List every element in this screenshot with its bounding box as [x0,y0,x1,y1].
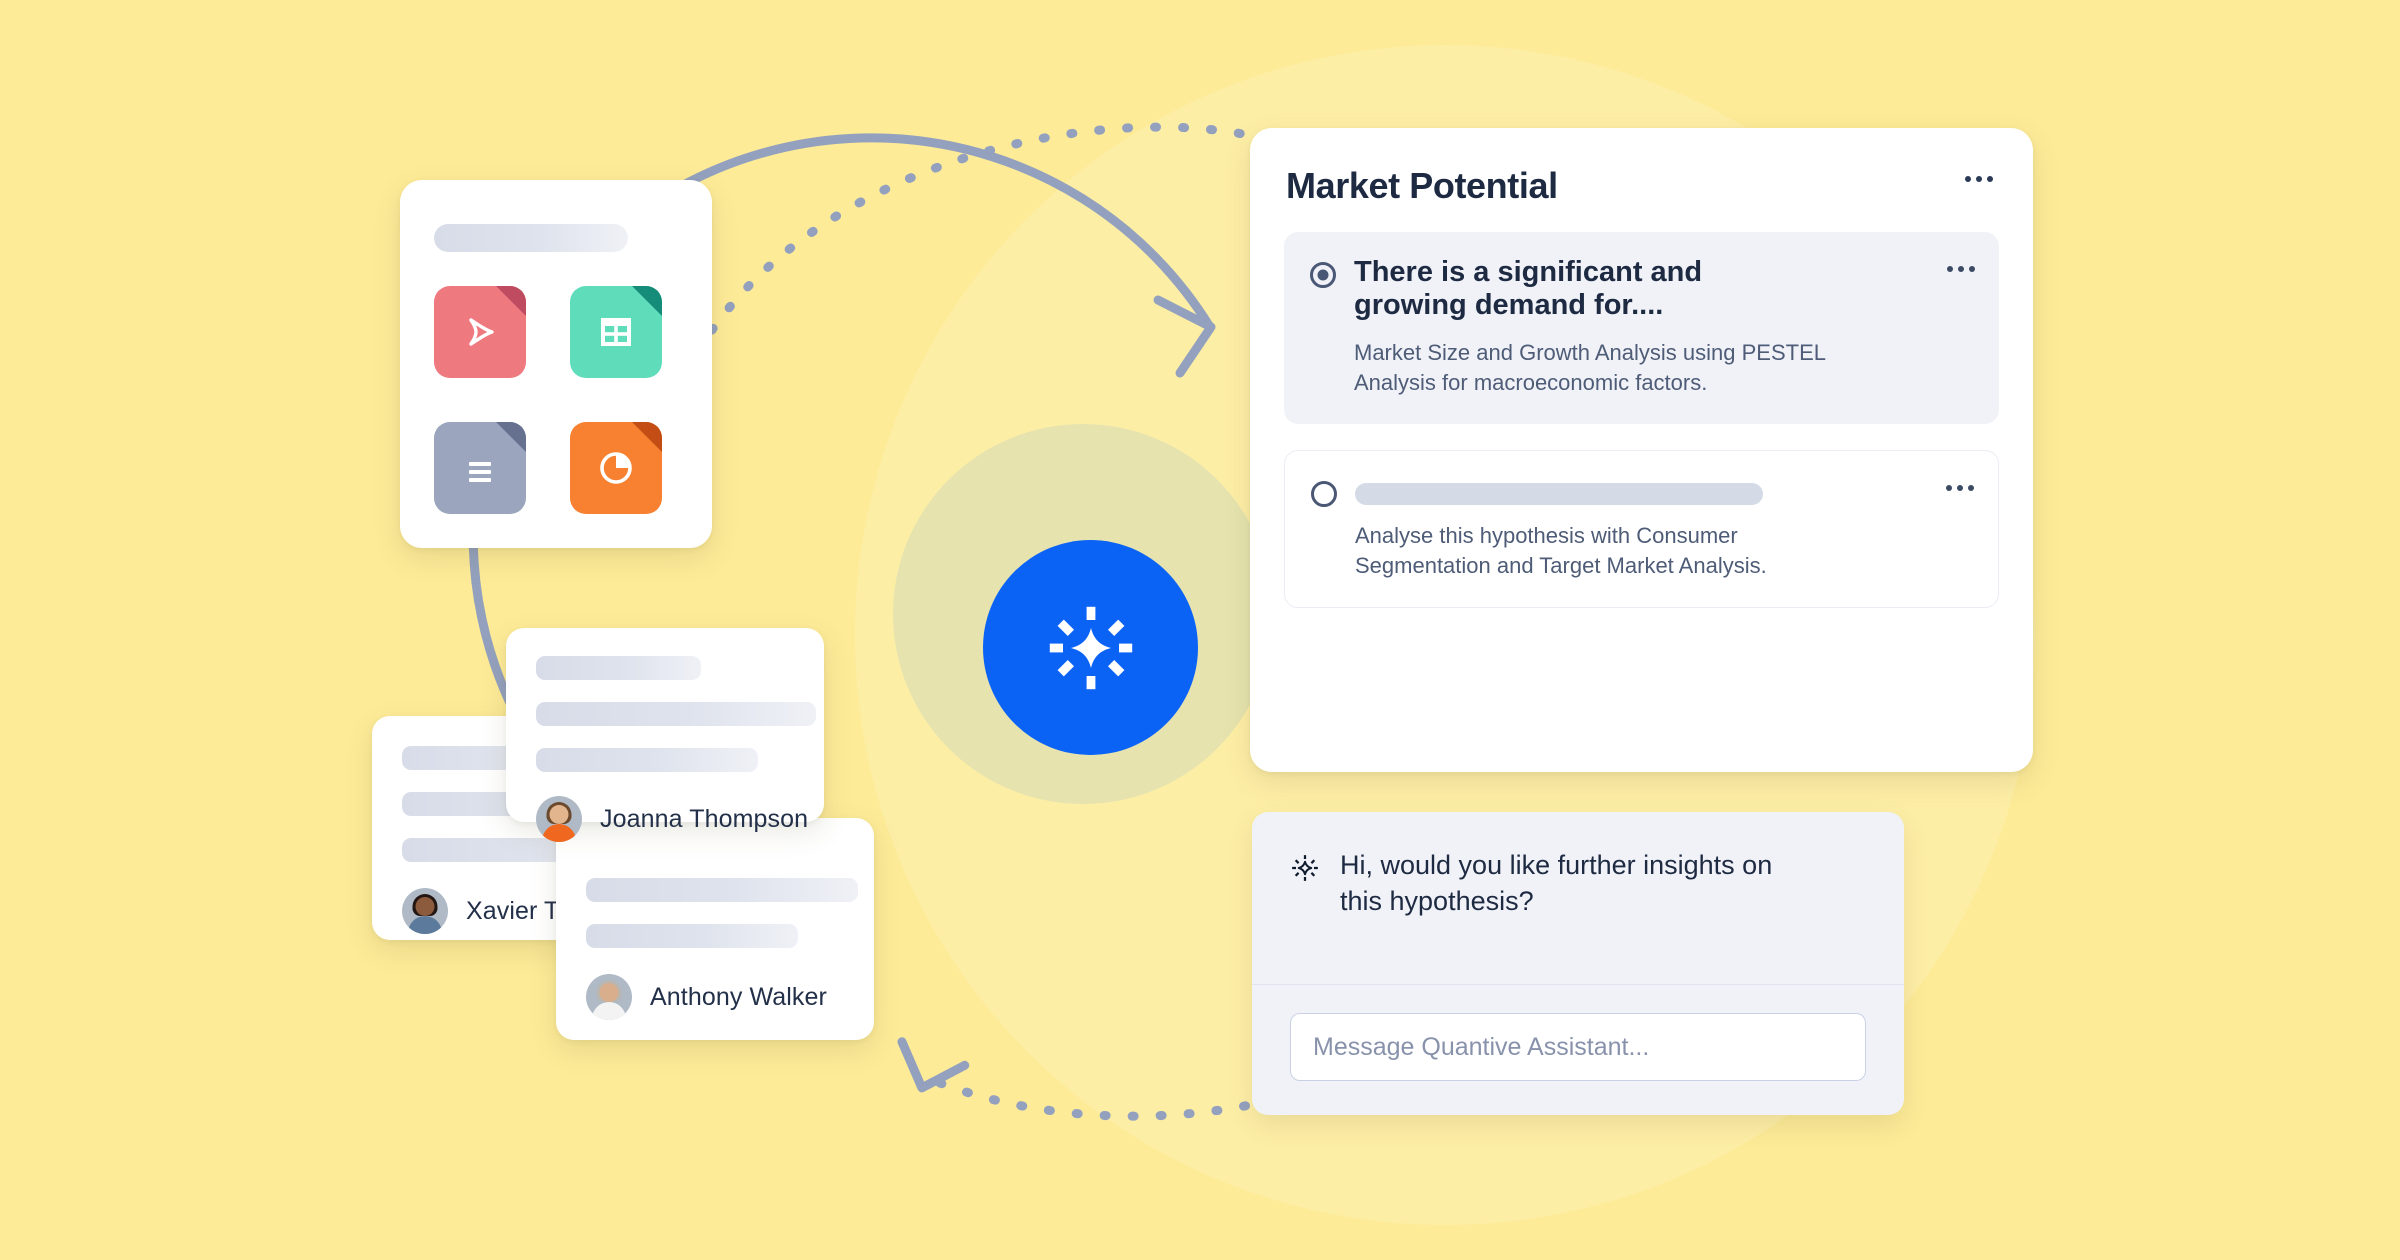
message-input[interactable] [1290,1013,1866,1081]
skeleton-line [586,878,858,902]
skeleton-line [536,702,816,726]
person-row: Joanna Thompson [536,796,808,842]
avatar [586,974,632,1020]
hypothesis-subtitle: Market Size and Growth Analysis using PE… [1354,339,1826,395]
avatar [402,888,448,934]
document-file-icon [469,462,491,482]
sparkle-icon [1292,855,1318,881]
avatar [536,796,582,842]
page-title: Market Potential [1286,165,1558,206]
skeleton-line [586,924,798,948]
spreadsheet-file-icon [601,318,631,346]
hypothesis-body: There is a significant and growing deman… [1354,256,1973,398]
skeleton-line [536,748,758,772]
assistant-panel: Hi, would you like further insights on t… [1252,812,1904,1115]
hypothesis-item-selected[interactable]: There is a significant and growing deman… [1284,231,1999,424]
more-options-icon[interactable] [1945,256,1977,282]
hero-illustration: Xavier Tu Joanna Thompson Anthony Walker [0,0,2400,1260]
files-card [400,180,712,548]
person-row: Anthony Walker [586,974,844,1020]
more-options-icon[interactable] [1963,166,1995,192]
person-name: Anthony Walker [650,982,827,1011]
file-tile-document[interactable] [434,422,526,514]
file-tile-pdf[interactable] [434,286,526,378]
file-tile-spreadsheet[interactable] [570,286,662,378]
more-options-icon[interactable] [1944,475,1976,501]
file-tile-chart[interactable] [570,422,662,514]
assistant-input-wrap [1252,985,1904,1115]
skeleton-line [536,656,701,680]
person-card-anthony: Anthony Walker [556,818,874,1040]
assistant-message-text: Hi, would you like further insights on t… [1340,850,1773,916]
person-card-joanna: Joanna Thompson [506,628,824,842]
person-name: Joanna Thompson [600,804,809,833]
ai-orb[interactable] [983,540,1198,755]
chart-file-icon [600,452,632,484]
market-card-header: Market Potential [1284,166,1999,206]
radio-unselected-icon[interactable] [1311,480,1337,507]
assistant-message-row: Hi, would you like further insights on t… [1252,812,1904,985]
hypothesis-title: There is a significant and growing deman… [1354,255,1703,321]
hypothesis-title-placeholder [1355,482,1763,505]
radio-selected-icon[interactable] [1310,261,1336,288]
file-tile-grid [434,286,678,514]
files-card-title-placeholder [434,224,628,252]
pdf-file-icon [469,318,494,346]
sparkle-icon [1049,606,1132,689]
hypothesis-item-unselected[interactable]: Analyse this hypothesis with Consumer Se… [1284,449,1999,609]
hypothesis-body: Analyse this hypothesis with Consumer Se… [1355,475,1972,581]
market-potential-card: Market Potential There is a significant … [1250,128,2033,772]
hypothesis-subtitle: Analyse this hypothesis with Consumer Se… [1355,522,1767,579]
